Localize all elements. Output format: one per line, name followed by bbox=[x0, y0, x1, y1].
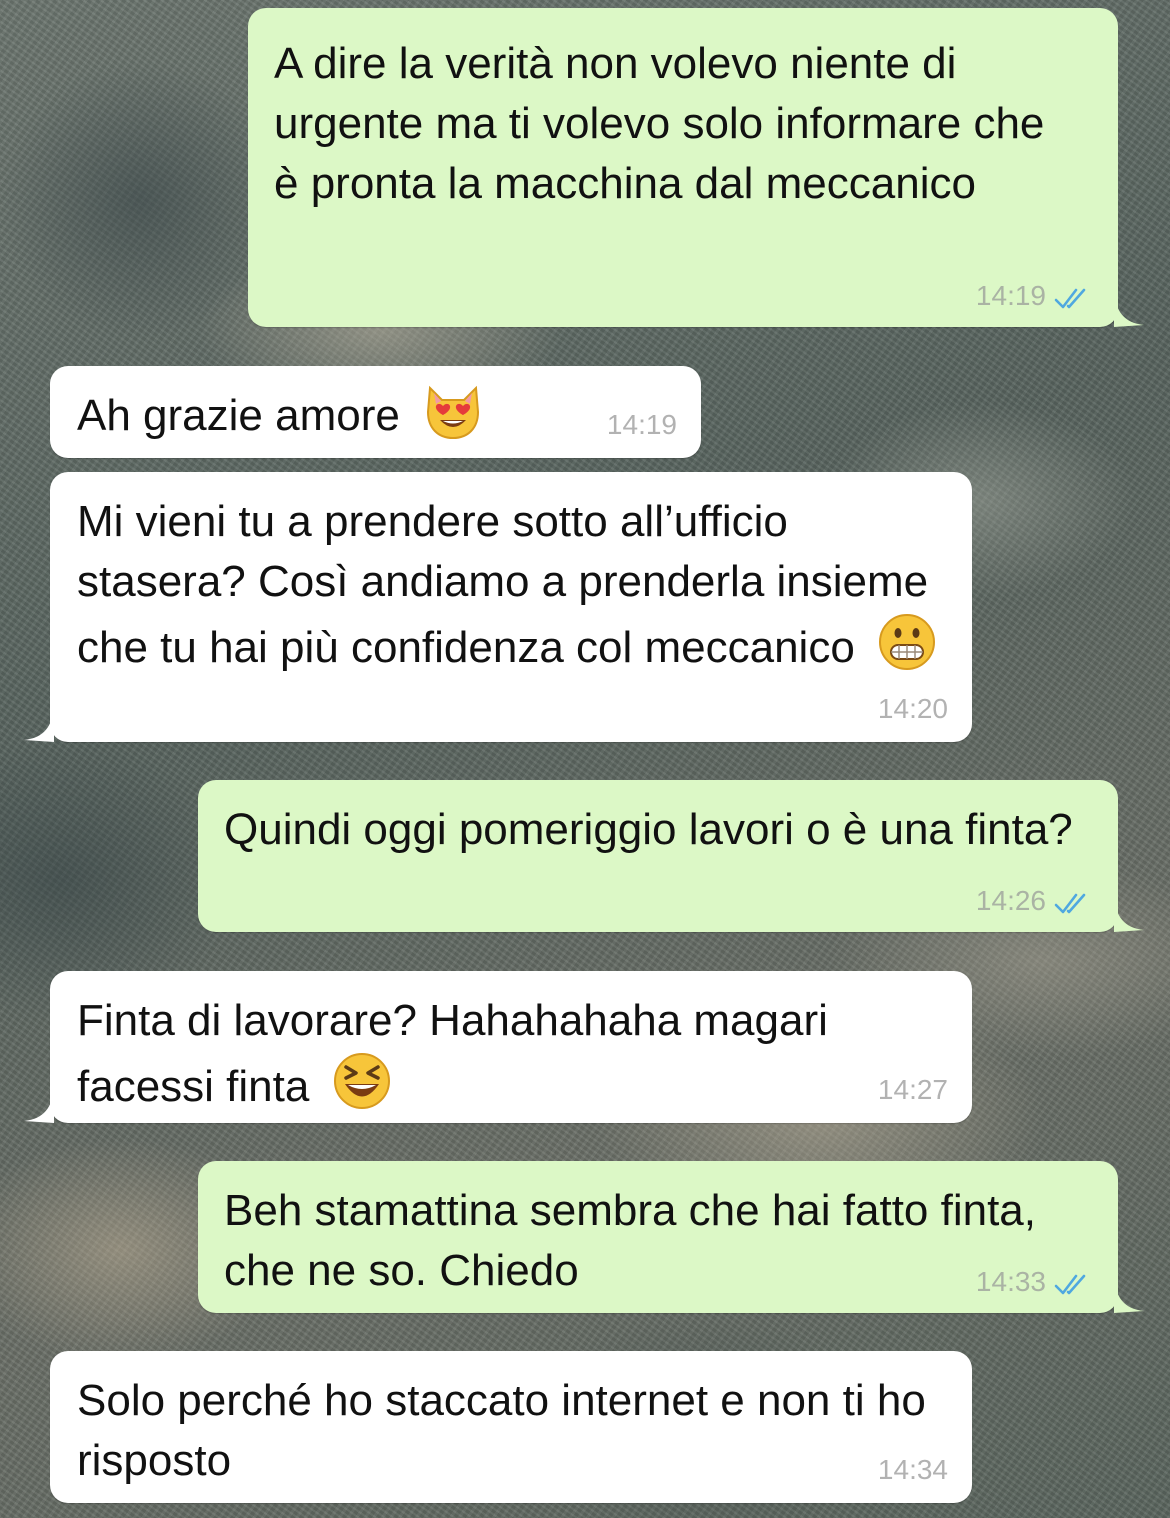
message-text: Mi vieni tu a prendere sotto all’ufficio… bbox=[77, 497, 929, 672]
bubble-tail bbox=[24, 1089, 54, 1123]
message-text: Solo perché ho staccato internet e non t… bbox=[77, 1376, 926, 1485]
message-text: Finta di lavorare? Hahahahaha magari fac… bbox=[77, 996, 828, 1111]
message-bubble-incoming[interactable]: Solo perché ho staccato internet e non t… bbox=[50, 1351, 972, 1503]
grimacing-face-icon bbox=[877, 612, 937, 688]
message-bubble-incoming[interactable]: Finta di lavorare? Hahahahaha magari fac… bbox=[24, 971, 972, 1123]
read-receipt-icon bbox=[1054, 893, 1086, 913]
message-bubble-outgoing[interactable]: Beh stamattina sembra che hai fatto fint… bbox=[198, 1161, 1144, 1313]
message-bubble-outgoing[interactable]: A dire la verità non volevo niente di ur… bbox=[248, 8, 1144, 327]
message-time: 14:26 bbox=[975, 885, 1046, 916]
grinning-squinting-face-icon bbox=[332, 1051, 392, 1127]
message-meta: 14:26 bbox=[976, 884, 1094, 918]
bubble-tail bbox=[1114, 898, 1144, 932]
message-time: 14:33 bbox=[975, 1266, 1046, 1297]
read-receipt-icon bbox=[1054, 1274, 1086, 1294]
message-text: Beh stamattina sembra che hai fatto fint… bbox=[224, 1186, 1037, 1295]
message-meta: 14:19 bbox=[976, 279, 1094, 313]
message-meta: 14:33 bbox=[976, 1265, 1094, 1299]
message-text: A dire la verità non volevo niente di ur… bbox=[274, 39, 1045, 208]
message-time: 14:20 bbox=[877, 693, 948, 724]
message-bubble-incoming[interactable]: Mi vieni tu a prendere sotto all’ufficio… bbox=[24, 472, 972, 742]
read-receipt-icon bbox=[1054, 288, 1086, 308]
bubble-tail bbox=[1114, 1279, 1144, 1313]
smiling-cat-heart-eyes-icon bbox=[422, 382, 484, 456]
message-text: Ah grazie amore bbox=[77, 391, 400, 440]
bubble-tail bbox=[1114, 293, 1144, 327]
message-time: 14:34 bbox=[877, 1454, 948, 1485]
message-text: Quindi oggi pomeriggio lavori o è una fi… bbox=[224, 805, 1073, 854]
bubble-tail bbox=[24, 708, 54, 742]
message-bubble-outgoing[interactable]: Quindi oggi pomeriggio lavori o è una fi… bbox=[198, 780, 1144, 932]
message-time: 14:27 bbox=[877, 1074, 948, 1105]
message-time: 14:19 bbox=[975, 280, 1046, 311]
message-bubble-incoming[interactable]: Ah grazie amore 14:19 bbox=[50, 366, 701, 458]
message-time: 14:19 bbox=[606, 409, 677, 440]
